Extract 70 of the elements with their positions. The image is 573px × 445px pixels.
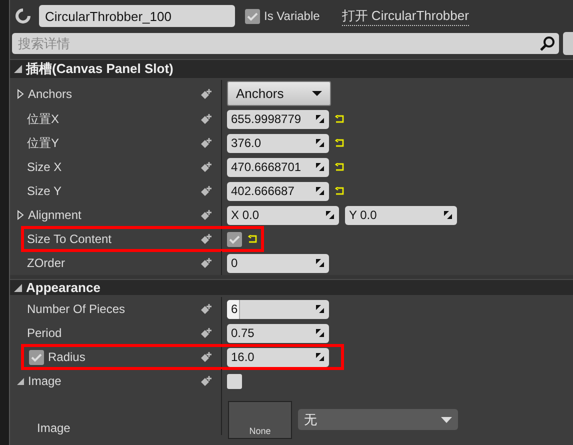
is-variable-label: Is Variable	[264, 9, 320, 23]
property-label: Size X	[26, 160, 63, 174]
property-label: Radius	[48, 350, 86, 364]
property-label: Size Y	[26, 184, 62, 198]
collapse-arrow-icon[interactable]	[14, 65, 22, 73]
vector-field[interactable]: X 0.0	[227, 206, 339, 224]
keyframe-icon[interactable]	[200, 185, 213, 197]
property-label: Image	[36, 421, 72, 435]
keyframe-icon[interactable]	[200, 257, 213, 269]
drag-handle-icon[interactable]	[315, 138, 325, 148]
number-field[interactable]: 470.6668701	[227, 158, 329, 176]
search-icon	[540, 36, 555, 51]
number-field[interactable]: 655.9998779	[227, 110, 329, 128]
keyframe-icon[interactable]	[200, 88, 213, 100]
checkbox[interactable]	[245, 8, 260, 24]
anchors-dropdown[interactable]: Anchors	[227, 81, 331, 106]
checkbox[interactable]	[227, 374, 242, 388]
number-field[interactable]: 0.75	[227, 324, 329, 342]
drag-handle-icon[interactable]	[443, 210, 453, 220]
vector-field[interactable]: Y 0.0	[345, 206, 457, 224]
name-field[interactable]: CircularThrobber_100	[39, 5, 235, 27]
collapse-arrow-icon[interactable]	[14, 284, 22, 292]
property-label: Period	[26, 326, 63, 340]
reset-arrow-icon[interactable]	[335, 115, 344, 123]
keyframe-icon[interactable]	[200, 113, 213, 125]
drag-handle-icon[interactable]	[315, 186, 325, 196]
checkbox[interactable]	[29, 350, 44, 364]
reset-arrow-icon[interactable]	[335, 163, 344, 171]
collapse-arrow-icon[interactable]	[17, 378, 24, 384]
property-label: Alignment	[28, 208, 82, 222]
property-label: Size To Content	[26, 232, 112, 246]
property-label: ZOrder	[26, 256, 66, 270]
drag-handle-icon[interactable]	[315, 162, 325, 172]
throbber-icon	[15, 8, 31, 24]
checkbox[interactable]	[227, 232, 242, 246]
keyframe-icon[interactable]	[200, 303, 213, 315]
reset-arrow-icon[interactable]	[335, 139, 344, 147]
keyframe-icon[interactable]	[200, 327, 213, 339]
number-slider-field[interactable]: 6	[227, 300, 329, 318]
keyframe-icon[interactable]	[200, 161, 213, 173]
drag-handle-icon[interactable]	[315, 114, 325, 124]
keyframe-icon[interactable]	[200, 351, 213, 363]
reset-arrow-icon[interactable]	[248, 235, 257, 243]
expand-arrow-icon[interactable]	[17, 210, 24, 220]
drag-handle-icon[interactable]	[315, 258, 325, 268]
property-label: 位置Y	[26, 134, 60, 152]
drag-handle-icon[interactable]	[315, 328, 325, 338]
keyframe-icon[interactable]	[200, 209, 213, 221]
asset-thumbnail[interactable]: None	[228, 401, 292, 439]
drag-handle-icon[interactable]	[315, 304, 325, 314]
reset-arrow-icon[interactable]	[335, 187, 344, 195]
caret-icon	[312, 90, 322, 96]
drag-handle-icon[interactable]	[325, 210, 335, 220]
open-class-link[interactable]: 打开 CircularThrobber	[342, 6, 469, 26]
drag-handle-icon[interactable]	[315, 352, 325, 362]
property-label: 位置X	[26, 110, 60, 128]
number-field[interactable]: 0	[227, 254, 329, 272]
property-label: Image	[28, 374, 62, 388]
asset-dropdown[interactable]: 无	[298, 409, 458, 430]
keyframe-icon[interactable]	[200, 137, 213, 149]
section-title[interactable]: Appearance	[26, 280, 100, 295]
number-field[interactable]: 376.0	[227, 134, 329, 152]
keyframe-icon[interactable]	[200, 375, 213, 387]
keyframe-icon[interactable]	[200, 233, 213, 245]
property-label: Anchors	[28, 86, 74, 100]
number-field[interactable]: 16.0	[227, 348, 329, 366]
property-label: Number Of Pieces	[26, 302, 126, 316]
number-field[interactable]: 402.666687	[227, 182, 329, 200]
caret-icon	[441, 416, 452, 422]
expand-arrow-icon[interactable]	[17, 88, 24, 98]
